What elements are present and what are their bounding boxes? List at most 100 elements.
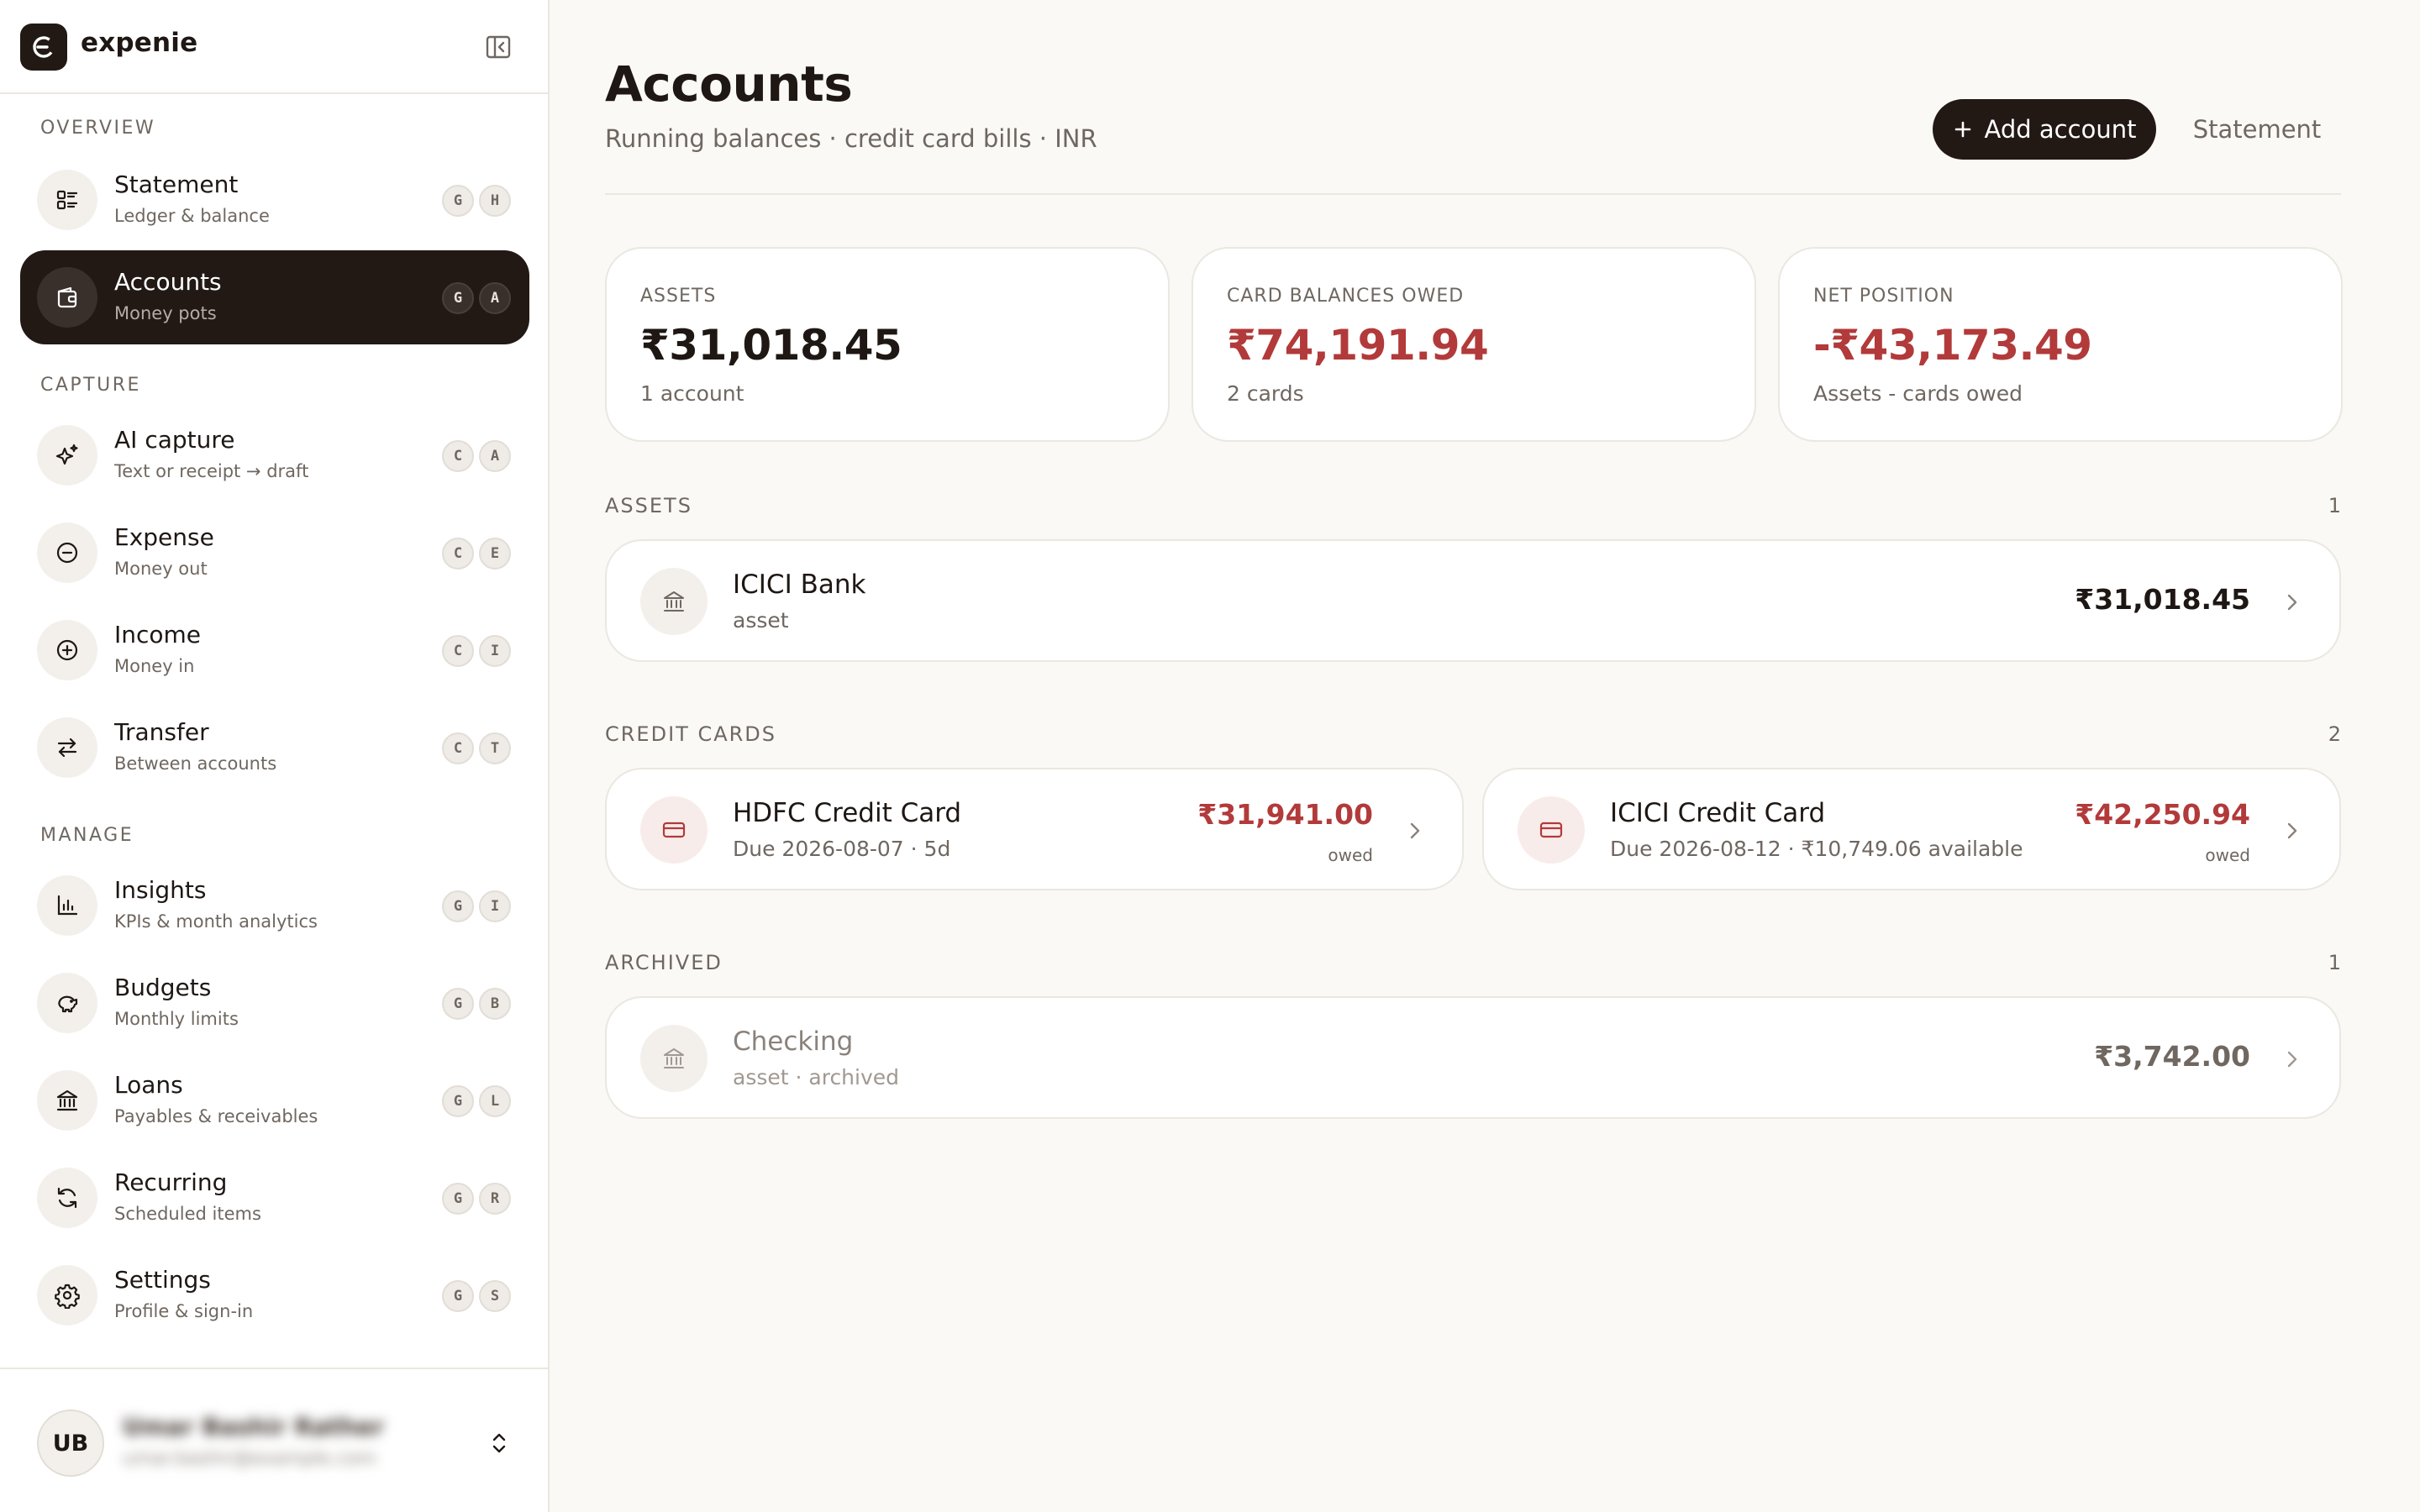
shortcut-key: G [442,1085,474,1117]
section-label-capture: CAPTURE [40,375,141,396]
sidebar-item-expense[interactable]: Expense Money out C E [20,506,529,600]
shortcut-key: H [479,185,511,217]
shortcut-key: A [479,282,511,314]
account-owed-amount: ₹31,941.00 [1197,798,1373,831]
summary-card-card-balances: CARD BALANCES OWED ₹74,191.94 2 cards [1192,247,1756,442]
sidebar-item-settings[interactable]: Settings Profile & sign-in G S [20,1248,529,1342]
stat-value: ₹74,191.94 [1227,321,1489,370]
sidebar-item-subtitle: KPIs & month analytics [114,911,318,932]
statement-button[interactable]: Statement [2181,99,2333,160]
stat-note: 1 account [640,381,744,406]
group-header-archived: ARCHIVED 1 [605,951,2341,981]
shortcut-key: G [442,988,474,1020]
sidebar-collapse-icon[interactable] [484,34,513,60]
sidebar-item-recurring[interactable]: Recurring Scheduled items G R [20,1151,529,1245]
sidebar-item-income[interactable]: Income Money in C I [20,603,529,697]
stat-value: -₹43,173.49 [1813,321,2092,370]
owed-label: owed [1328,845,1373,865]
sidebar-item-subtitle: Money out [114,559,208,579]
account-balance: ₹31,018.45 [2075,583,2250,616]
minus-circle-icon [37,522,97,583]
stat-label: ASSETS [640,286,717,307]
shortcut-key: R [479,1183,511,1215]
shortcut-key: C [442,635,474,667]
shortcut-key: G [442,1280,474,1312]
sidebar-item-title: Loans [114,1071,183,1099]
gear-icon [37,1265,97,1326]
sidebar-item-title: Accounts [114,268,222,296]
chevron-right-icon [2282,818,2302,843]
add-account-label: Add account [1984,115,2137,144]
add-account-button[interactable]: Add account [1933,99,2156,160]
group-header-assets: ASSETS 1 [605,494,2341,524]
sidebar-item-subtitle: Text or receipt → draft [114,461,309,481]
sidebar-item-accounts[interactable]: Accounts Money pots G A [20,250,529,344]
shortcut-key: L [479,1085,511,1117]
shortcut-key: S [479,1280,511,1312]
stat-label: CARD BALANCES OWED [1227,286,1465,307]
shortcut-key: G [442,890,474,922]
group-title: ASSETS [605,494,692,517]
sidebar-item-budgets[interactable]: Budgets Monthly limits G B [20,956,529,1050]
stat-note: Assets - cards owed [1813,381,2023,406]
owed-label: owed [2205,845,2250,865]
plus-circle-icon [37,620,97,680]
shortcut-key: E [479,538,511,570]
chevron-right-icon [2282,590,2302,615]
expenie-logo-icon[interactable] [20,24,67,71]
user-menu[interactable]: UB Umar Bashir Rather umar.bashir@exampl… [0,1368,548,1512]
section-label-manage: MANAGE [40,825,134,846]
sidebar-item-title: Settings [114,1266,211,1294]
account-row-icici-credit-card[interactable]: ICICI Credit Card Due 2026-08-12 · ₹10,7… [1482,768,2341,890]
shortcut-key: G [442,282,474,314]
sidebar-item-subtitle: Scheduled items [114,1204,261,1224]
sidebar-item-subtitle: Payables & receivables [114,1106,318,1126]
shortcut-key: C [442,440,474,472]
divider [605,193,2341,195]
chevron-up-down-icon[interactable] [486,1428,513,1458]
bank-icon [640,1025,708,1092]
group-title: ARCHIVED [605,951,723,974]
sidebar-item-title: Income [114,621,202,648]
sidebar-item-subtitle: Between accounts [114,753,277,774]
account-name: ICICI Credit Card [1610,798,1826,828]
app-name: expenie [81,28,198,58]
sidebar-item-insights[interactable]: Insights KPIs & month analytics G I [20,858,529,953]
sidebar-item-subtitle: Profile & sign-in [114,1301,254,1321]
sidebar-item-title: Recurring [114,1168,228,1196]
sidebar-item-title: AI capture [114,426,235,454]
account-name: Checking [733,1026,854,1057]
account-balance: ₹3,742.00 [2094,1040,2250,1073]
account-row-checking[interactable]: Checking asset · archived ₹3,742.00 [605,996,2341,1119]
shortcut-key: C [442,732,474,764]
sidebar-item-statement[interactable]: Statement Ledger & balance G H [20,153,529,247]
shortcut-key: G [442,185,474,217]
chevron-right-icon [1405,818,1425,843]
bank-icon [37,1070,97,1131]
account-type: asset · archived [733,1065,900,1089]
account-row-hdfc-credit-card[interactable]: HDFC Credit Card Due 2026-08-07 · 5d ₹31… [605,768,1464,890]
sidebar-item-loans[interactable]: Loans Payables & receivables G L [20,1053,529,1147]
user-name: Umar Bashir Rather [123,1413,384,1441]
sidebar: expenie OVERVIEW Statement Ledger & bala… [0,0,550,1512]
account-owed-amount: ₹42,250.94 [2075,798,2250,831]
sidebar-item-subtitle: Money pots [114,303,217,323]
avatar: UB [37,1410,104,1477]
page-subtitle: Running balances · credit card bills · I… [605,124,1097,153]
shortcut-key: T [479,732,511,764]
shortcut-key: B [479,988,511,1020]
account-name: ICICI Bank [733,570,866,600]
shortcut-key: G [442,1183,474,1215]
account-row-icici-bank[interactable]: ICICI Bank asset ₹31,018.45 [605,539,2341,662]
account-type: asset [733,608,789,633]
sidebar-item-subtitle: Ledger & balance [114,206,270,226]
page-title: Accounts [605,55,853,113]
shortcut-key: C [442,538,474,570]
sidebar-item-title: Transfer [114,718,209,746]
summary-card-net-position: NET POSITION -₹43,173.49 Assets - cards … [1778,247,2343,442]
sidebar-item-transfer[interactable]: Transfer Between accounts C T [20,701,529,795]
piggy-bank-icon [37,973,97,1033]
section-label-overview: OVERVIEW [40,118,156,139]
bar-chart-icon [37,875,97,936]
sidebar-item-ai-capture[interactable]: AI capture Text or receipt → draft C A [20,408,529,502]
